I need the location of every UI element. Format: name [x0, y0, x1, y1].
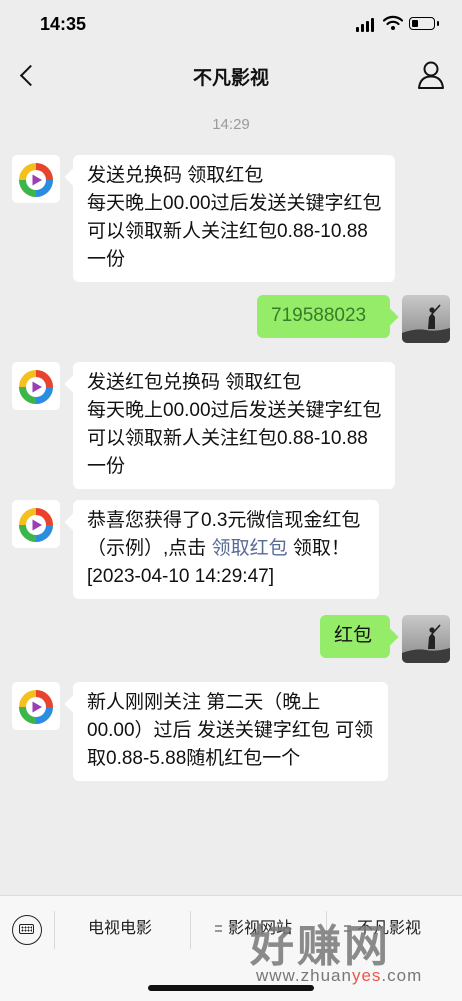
- menu-item-tv-movies[interactable]: 电视电影: [88, 914, 152, 938]
- watermark: 好赚网 www.zhuanyes.com: [250, 910, 455, 992]
- message-bubble[interactable]: 红包: [320, 615, 390, 658]
- bot-avatar[interactable]: [12, 682, 60, 730]
- play-logo-icon: [19, 163, 53, 197]
- submenu-icon: [215, 925, 222, 933]
- bot-avatar[interactable]: [12, 500, 60, 548]
- nav-bar: 不凡影视: [0, 50, 462, 100]
- bot-avatar[interactable]: [12, 155, 60, 203]
- status-bar: 14:35: [0, 0, 462, 50]
- status-time: 14:35: [40, 14, 87, 34]
- battery-icon: [409, 17, 439, 30]
- page-title: 不凡影视: [192, 68, 269, 89]
- watermark-url: www.zhuanyes.com: [256, 966, 423, 985]
- message-text: 719588023: [271, 305, 367, 326]
- user-avatar[interactable]: [402, 615, 450, 663]
- watermark-title: 好赚网: [250, 922, 391, 971]
- chat-timestamp: 14:29: [212, 116, 250, 133]
- claim-red-packet-link[interactable]: 领取红包: [212, 538, 288, 559]
- message-bubble[interactable]: 恭喜您获得了0.3元微信现金红包（示例）,点击 领取红包 领取！[2023-04…: [73, 500, 379, 599]
- message-bubble[interactable]: 新人刚刚关注 第二天（晚上00.00）过后 发送关键字红包 可领取0.88-5.…: [73, 682, 388, 781]
- battery-level: [412, 20, 418, 27]
- wifi-icon: [383, 15, 403, 30]
- message-text: 红包: [334, 625, 373, 646]
- message-bubble[interactable]: 719588023: [257, 295, 390, 338]
- message-bubble[interactable]: 发送红包兑换码 领取红包 每天晚上00.00过后发送关键字红包 可以领取新人关注…: [73, 362, 395, 489]
- user-photo: [402, 295, 450, 343]
- bot-avatar[interactable]: [12, 362, 60, 410]
- user-photo: [402, 615, 450, 663]
- play-logo-icon: [19, 690, 53, 724]
- play-logo-icon: [19, 370, 53, 404]
- menu-divider: [190, 911, 191, 949]
- keyboard-toggle-button[interactable]: [12, 915, 42, 945]
- keyboard-icon: [19, 924, 34, 934]
- signal-icon: [356, 18, 376, 32]
- user-avatar[interactable]: [402, 295, 450, 343]
- play-logo-icon: [19, 508, 53, 542]
- message-bubble[interactable]: 发送兑换码 领取红包 每天晚上00.00过后发送关键字红包 可以领取新人关注红包…: [73, 155, 395, 282]
- profile-icon[interactable]: [414, 58, 448, 92]
- menu-divider: [54, 911, 55, 949]
